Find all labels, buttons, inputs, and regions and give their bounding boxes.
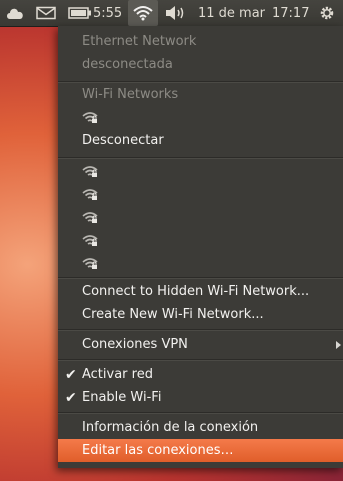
cloud-icon[interactable] bbox=[5, 0, 27, 26]
wifi-network-item[interactable] bbox=[58, 160, 343, 183]
ethernet-header: Ethernet Network bbox=[82, 34, 197, 49]
edit-connections-item[interactable]: Editar las conexiones… bbox=[58, 439, 343, 462]
separator bbox=[58, 277, 343, 279]
top-panel: 5:55 11 de mar 17:17 bbox=[0, 0, 343, 27]
clock-label[interactable]: 17:17 bbox=[272, 0, 309, 26]
wifi-network-item[interactable] bbox=[58, 183, 343, 206]
separator bbox=[58, 412, 343, 414]
wifi-signal-icon bbox=[82, 166, 98, 177]
wifi-icon[interactable] bbox=[128, 0, 158, 26]
ethernet-status: desconectada bbox=[82, 57, 173, 72]
wifi-signal-icon bbox=[82, 112, 98, 123]
gear-icon[interactable] bbox=[318, 0, 338, 26]
connect-hidden-network-item[interactable]: Connect to Hidden Wi-Fi Network... bbox=[58, 280, 343, 303]
wifi-network-connected[interactable] bbox=[58, 106, 343, 129]
wifi-signal-icon bbox=[82, 235, 98, 246]
vpn-connections-item[interactable]: Conexiones VPN bbox=[58, 333, 343, 356]
connection-info-item[interactable]: Información de la conexión bbox=[58, 416, 343, 439]
date-label[interactable]: 11 de mar bbox=[198, 0, 265, 26]
enable-network-toggle[interactable]: ✔ Activar red bbox=[58, 363, 343, 386]
network-menu: Ethernet Network desconectada Wi-Fi Netw… bbox=[58, 26, 343, 468]
create-network-item[interactable]: Create New Wi-Fi Network... bbox=[58, 303, 343, 326]
battery-icon[interactable] bbox=[68, 0, 94, 26]
wifi-network-item[interactable] bbox=[58, 206, 343, 229]
wifi-signal-icon bbox=[82, 258, 98, 269]
wifi-network-item[interactable] bbox=[58, 252, 343, 275]
wifi-signal-icon bbox=[82, 212, 98, 223]
separator bbox=[58, 359, 343, 361]
checkmark-icon: ✔ bbox=[65, 366, 77, 383]
wifi-header: Wi-Fi Networks bbox=[82, 87, 179, 102]
separator bbox=[58, 157, 343, 159]
disconnect-item[interactable]: Desconectar bbox=[58, 129, 343, 152]
checkmark-icon: ✔ bbox=[65, 389, 77, 406]
volume-icon[interactable] bbox=[164, 0, 188, 26]
enable-wifi-toggle[interactable]: ✔ Enable Wi-Fi bbox=[58, 386, 343, 409]
wifi-signal-icon bbox=[82, 189, 98, 200]
separator bbox=[58, 329, 343, 331]
mail-icon[interactable] bbox=[36, 0, 58, 26]
wifi-network-item[interactable] bbox=[58, 229, 343, 252]
battery-time: 5:55 bbox=[93, 5, 123, 21]
submenu-arrow-icon bbox=[336, 341, 341, 349]
